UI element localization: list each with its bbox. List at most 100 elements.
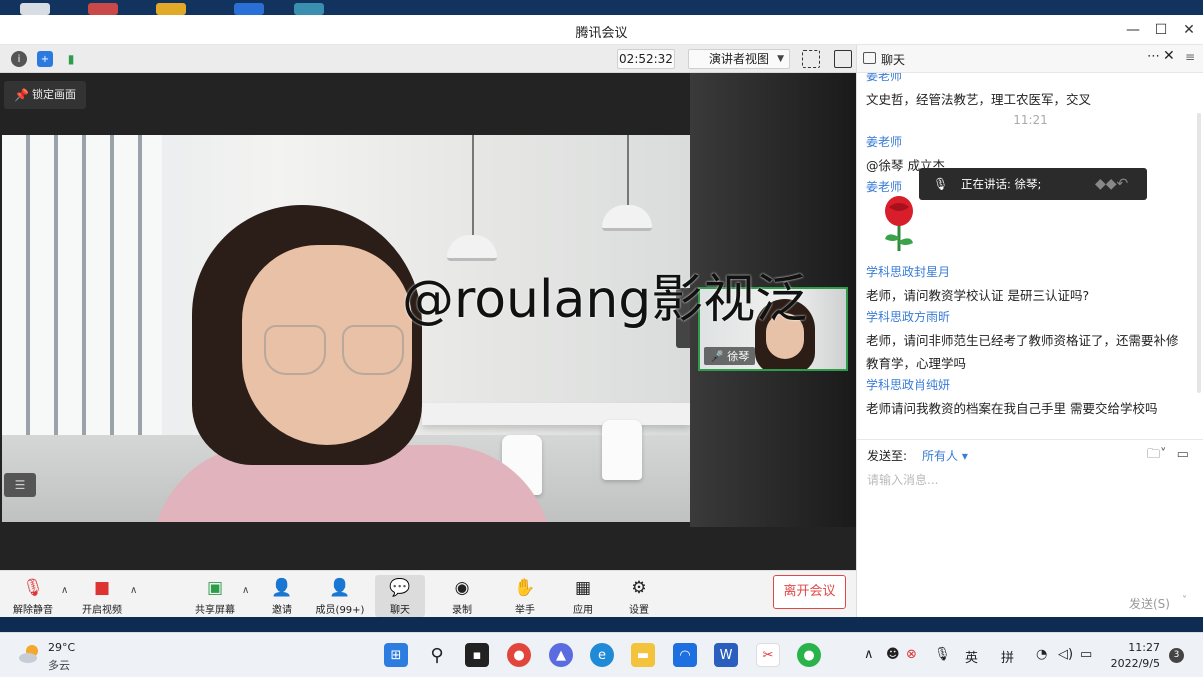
thumbnail-name: 徐琴 [727,350,750,363]
message-text: 文史哲，经管法教艺，理工农医军，交叉 [866,92,1092,107]
leave-meeting-button[interactable]: 离开会议 [773,575,846,609]
chat-scrollbar[interactable] [1197,113,1201,393]
desktop-icon[interactable] [234,3,264,15]
chrome-icon[interactable]: ● [507,643,531,667]
send-options-chevron-icon[interactable]: ˅ [1182,595,1187,606]
screenshot-icon[interactable]: ▭ [1177,447,1189,462]
apps-button[interactable]: ▦ 应用 [553,575,613,616]
desktop-icon[interactable] [88,3,118,15]
chevron-up-icon[interactable]: ∧ [864,647,874,662]
wechat-icon[interactable]: ● [797,643,821,667]
settings-button[interactable]: ⚙ 设置 [609,575,669,616]
share-screen-button[interactable]: ▣ 共享屏幕 [185,575,245,616]
battery-icon[interactable]: ▭ [1080,647,1092,662]
raise-hand-label: 举手 [515,605,535,616]
invite-button[interactable]: 👤 邀请 [252,575,312,616]
mic-muted-icon: 🎙 [22,578,44,598]
ime-mode[interactable]: 拼 [1001,647,1014,666]
mic-icon[interactable]: 🎙 [934,647,951,662]
word-icon[interactable]: W [714,643,738,667]
message-sender: 学科思政方雨昕 [866,310,951,324]
record-button[interactable]: ◉ 录制 [432,575,492,616]
view-mode-select[interactable]: 演讲者视图 ▼ [688,49,790,69]
snipping-tool-icon[interactable]: ✂ [756,643,780,667]
ime-language[interactable]: 英 [965,647,978,666]
shield-icon[interactable]: + [37,51,53,67]
send-button[interactable]: 发送(S) [1129,595,1170,612]
browser-icon[interactable]: ▲ [549,643,573,667]
video-bg-lamp [602,205,652,231]
share-options-chevron-icon[interactable]: ∧ [242,585,249,596]
gear-icon: ⚙ [631,578,647,598]
more-options-icon[interactable]: ⋯ [1147,49,1160,64]
apps-grid-icon: ▦ [574,578,592,598]
weather-cloudy-icon[interactable] [18,643,42,665]
file-explorer-icon[interactable]: ▬ [631,643,655,667]
qq-icon[interactable]: ☻ [886,647,900,662]
chat-icon: 💬 [389,578,411,598]
message-sender: 学科思政肖纯妍 [866,378,951,392]
participant-list-toggle-icon[interactable]: ☰ [4,473,36,497]
clock-date[interactable]: 2022/9/5 [1108,657,1160,670]
rose-sticker [885,196,913,251]
message-text: 老师，请问非师范生已经考了教师资格证了，还需要补修 [866,333,1179,348]
edge-icon[interactable]: e [590,643,614,667]
volume-icon[interactable]: ◁) [1058,647,1073,662]
pin-icon: 📌 [14,88,29,102]
chat-icon [863,52,876,64]
mic-icon: 🎙 [933,177,949,191]
minimize-button[interactable]: — [1119,15,1147,45]
message-text: 教育学，心理学吗 [866,356,967,371]
send-to-value: 所有人 [922,449,959,463]
close-chat-icon[interactable]: ✕ [1163,48,1175,64]
message-text: 老师请问我教资的档案在我自己手里 需要交给学校吗 [866,401,1158,416]
members-icon: 👤 [329,578,351,598]
window-title: 腾讯会议 [575,26,628,41]
chat-input[interactable]: 请输入消息... [867,471,938,488]
thumbnail-name-tag: 🎤 徐琴 [704,347,756,365]
video-options-chevron-icon[interactable]: ∧ [130,585,137,596]
fullscreen-icon[interactable] [802,50,820,68]
start-video-button[interactable]: ■ 开启视频 [72,575,132,616]
members-button[interactable]: 👤 成员(99+) [310,575,370,616]
desktop-background [0,0,1203,15]
desktop-icon[interactable] [294,3,324,15]
share-screen-label: 共享屏幕 [195,605,235,616]
desktop-icon[interactable] [156,3,186,15]
info-icon[interactable]: i [11,51,27,67]
file-icon[interactable]: 🗀˅ [1147,447,1167,462]
apps-label: 应用 [573,605,593,616]
security-icon[interactable]: ⊗ [906,647,917,662]
settings-label: 设置 [629,605,649,616]
menu-icon[interactable]: ≡ [1185,50,1195,64]
chevron-down-icon: ▼ [777,54,784,64]
weather-description[interactable]: 多云 [48,657,70,673]
weather-temperature[interactable]: 29°C [48,641,75,654]
pin-view-button[interactable]: 📌 锁定画面 [4,81,86,109]
chat-button[interactable]: 💬 聊天 [375,575,425,617]
send-to-label: 发送至: [867,449,908,463]
chat-messages: 姜老师 文史哲，经管法教艺，理工农医军，交叉 11:21 姜老师 @徐琴 成立杰… [857,73,1203,433]
close-button[interactable]: ✕ [1175,15,1203,45]
clock-time[interactable]: 11:27 [1128,641,1160,654]
video-bg-chair [602,420,642,480]
send-to-select[interactable]: 所有人 ▾ [922,447,968,464]
unmute-button[interactable]: 🎙 解除静音 [3,575,63,616]
signal-icon[interactable]: ▮ [63,51,79,67]
task-view-icon[interactable]: ▪ [465,643,489,667]
notification-badge[interactable]: 3 [1169,648,1184,663]
video-area: i + ▮ 02:52:32 演讲者视图 ▼ 📌 锁定画面 ☰ › 🎤 徐琴 @… [0,45,856,647]
sidebar-icon[interactable] [834,50,852,68]
video-bg-table [422,403,690,425]
message-timestamp: 11:21 [1013,113,1048,127]
maximize-button[interactable]: ☐ [1147,15,1175,45]
audio-options-chevron-icon[interactable]: ∧ [61,585,68,596]
wifi-icon[interactable]: ◔ [1036,647,1047,662]
tencent-meeting-icon[interactable]: ◠ [673,643,697,667]
desktop-icon[interactable] [20,3,50,15]
search-icon[interactable]: ⚲ [425,643,449,667]
start-video-label: 开启视频 [82,605,122,616]
start-icon[interactable]: ⊞ [384,643,408,667]
watermark-text: @roulang影视泛 [402,270,808,330]
raise-hand-button[interactable]: ✋ 举手 [495,575,555,616]
